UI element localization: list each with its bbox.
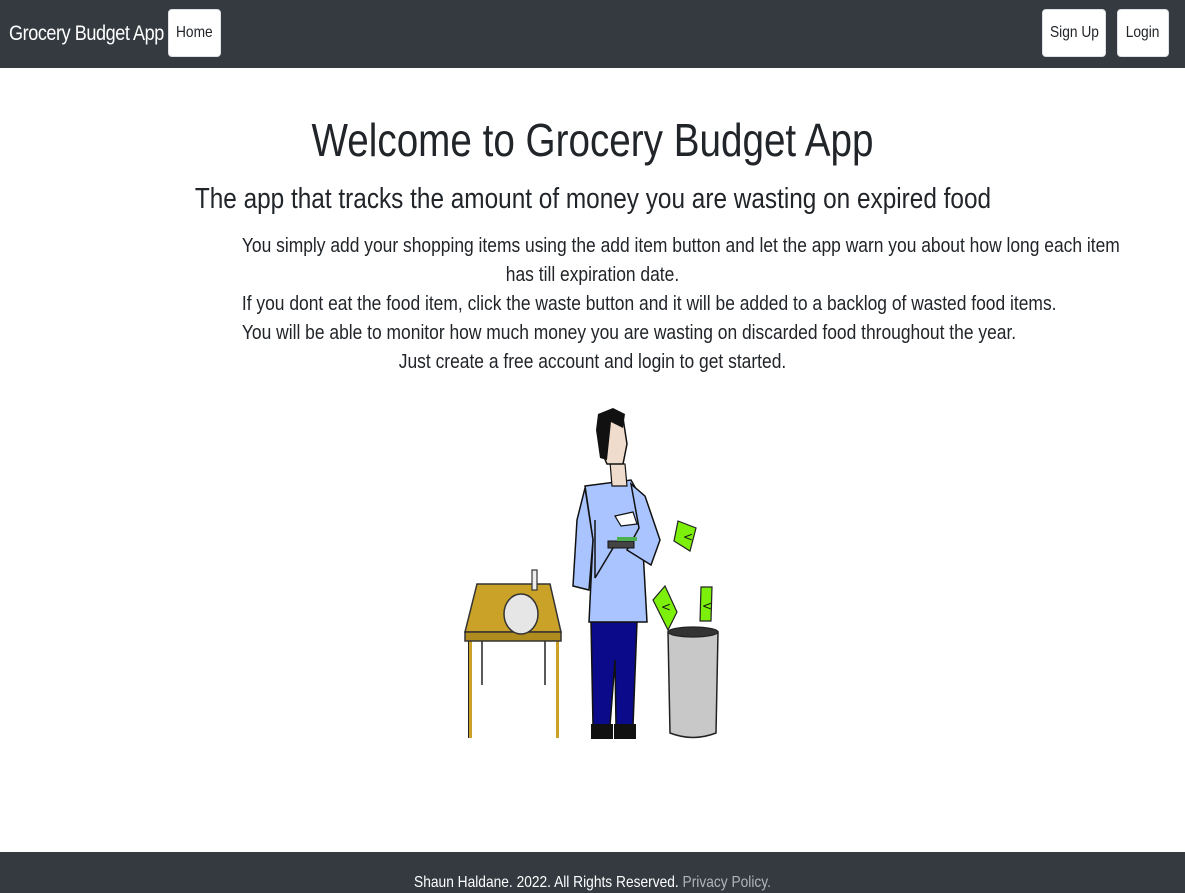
wasting-money-illustration: < < < <box>464 408 719 739</box>
svg-text:<: < <box>661 600 671 614</box>
signup-button[interactable]: Sign Up <box>1042 9 1106 57</box>
description-line: If you dont eat the food item, click the… <box>241 292 1057 315</box>
svg-text:<: < <box>702 599 712 613</box>
description: You simply add your shopping items using… <box>180 231 1120 376</box>
description-line: You will be able to monitor how much mon… <box>241 321 1017 344</box>
page-title: Welcome to Grocery Budget App <box>311 114 874 166</box>
login-button[interactable]: Login <box>1117 9 1169 57</box>
description-line: You simply add your shopping items using… <box>241 234 1120 257</box>
home-button[interactable]: Home <box>168 9 221 57</box>
signup-button-label: Sign Up <box>1049 24 1099 41</box>
home-button-label: Home <box>176 24 213 41</box>
footer: Shaun Haldane. 2022. All Rights Reserved… <box>0 852 1185 893</box>
login-button-label: Login <box>1126 24 1160 41</box>
svg-text:<: < <box>683 530 693 544</box>
person-icon <box>572 408 661 739</box>
footer-text: Shaun Haldane. 2022. All Rights Reserved… <box>414 874 771 892</box>
copyright-text: Shaun Haldane. 2022. All Rights Reserved… <box>414 873 679 891</box>
description-line: has till expiration date. <box>505 263 680 286</box>
navbar: Grocery Budget App Home Sign Up Login <box>0 0 1185 68</box>
page-subtitle: The app that tracks the amount of money … <box>194 183 991 215</box>
brand-link[interactable]: Grocery Budget App <box>9 20 164 48</box>
description-line: Just create a free account and login to … <box>398 350 787 373</box>
table-icon <box>464 569 562 738</box>
money-icon: < < < <box>652 520 713 632</box>
privacy-policy-link[interactable]: Privacy Policy. <box>683 874 771 891</box>
trash-bin-icon <box>667 626 719 739</box>
